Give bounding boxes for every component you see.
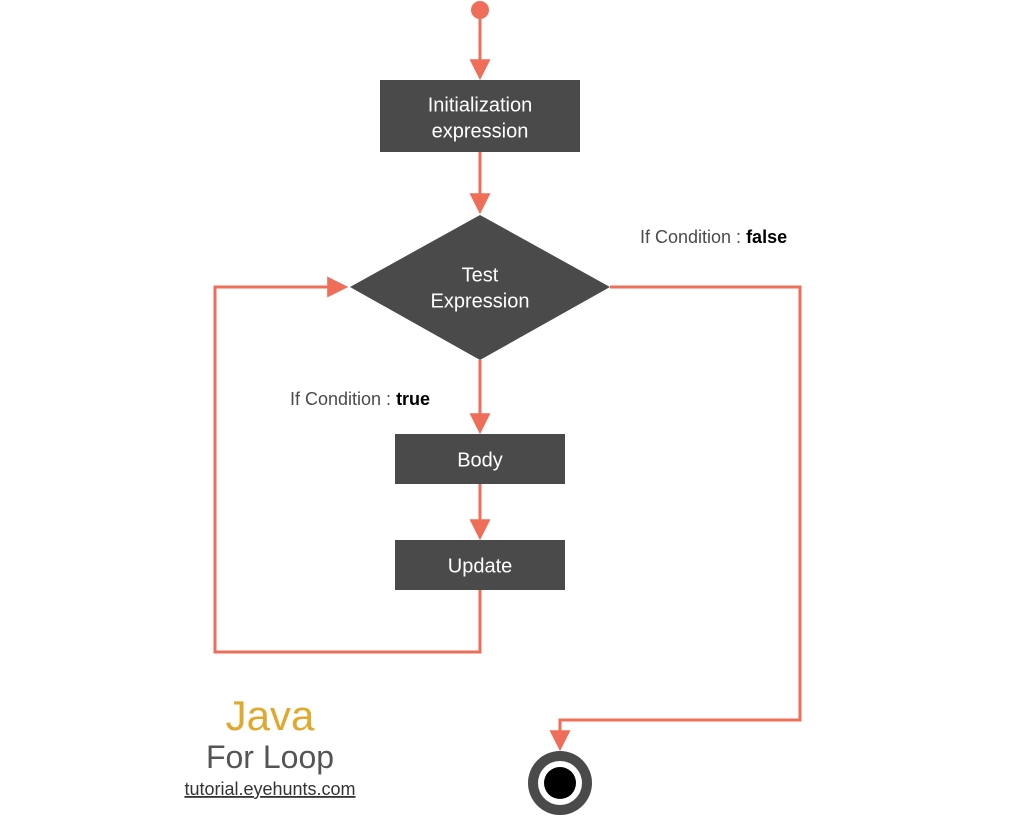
url-link[interactable]: tutorial.eyehunts.com <box>184 779 355 799</box>
test-text-l2: Expression <box>431 290 530 312</box>
test-text-l1: Test <box>462 264 499 286</box>
false-label: If Condition : false <box>640 227 787 247</box>
subtitle: For Loop <box>206 739 334 775</box>
end-node <box>528 751 592 815</box>
edge-false-exit <box>560 287 800 747</box>
init-text-l1: Initialization <box>428 94 533 116</box>
test-diamond <box>350 215 610 360</box>
flowchart: Initialization expression Test Expressio… <box>0 0 1024 835</box>
init-text-l2: expression <box>432 120 529 142</box>
update-text: Update <box>448 555 513 577</box>
java-title: Java <box>226 692 315 739</box>
true-label: If Condition : true <box>290 389 430 409</box>
body-text: Body <box>457 449 503 471</box>
start-node <box>471 1 489 19</box>
